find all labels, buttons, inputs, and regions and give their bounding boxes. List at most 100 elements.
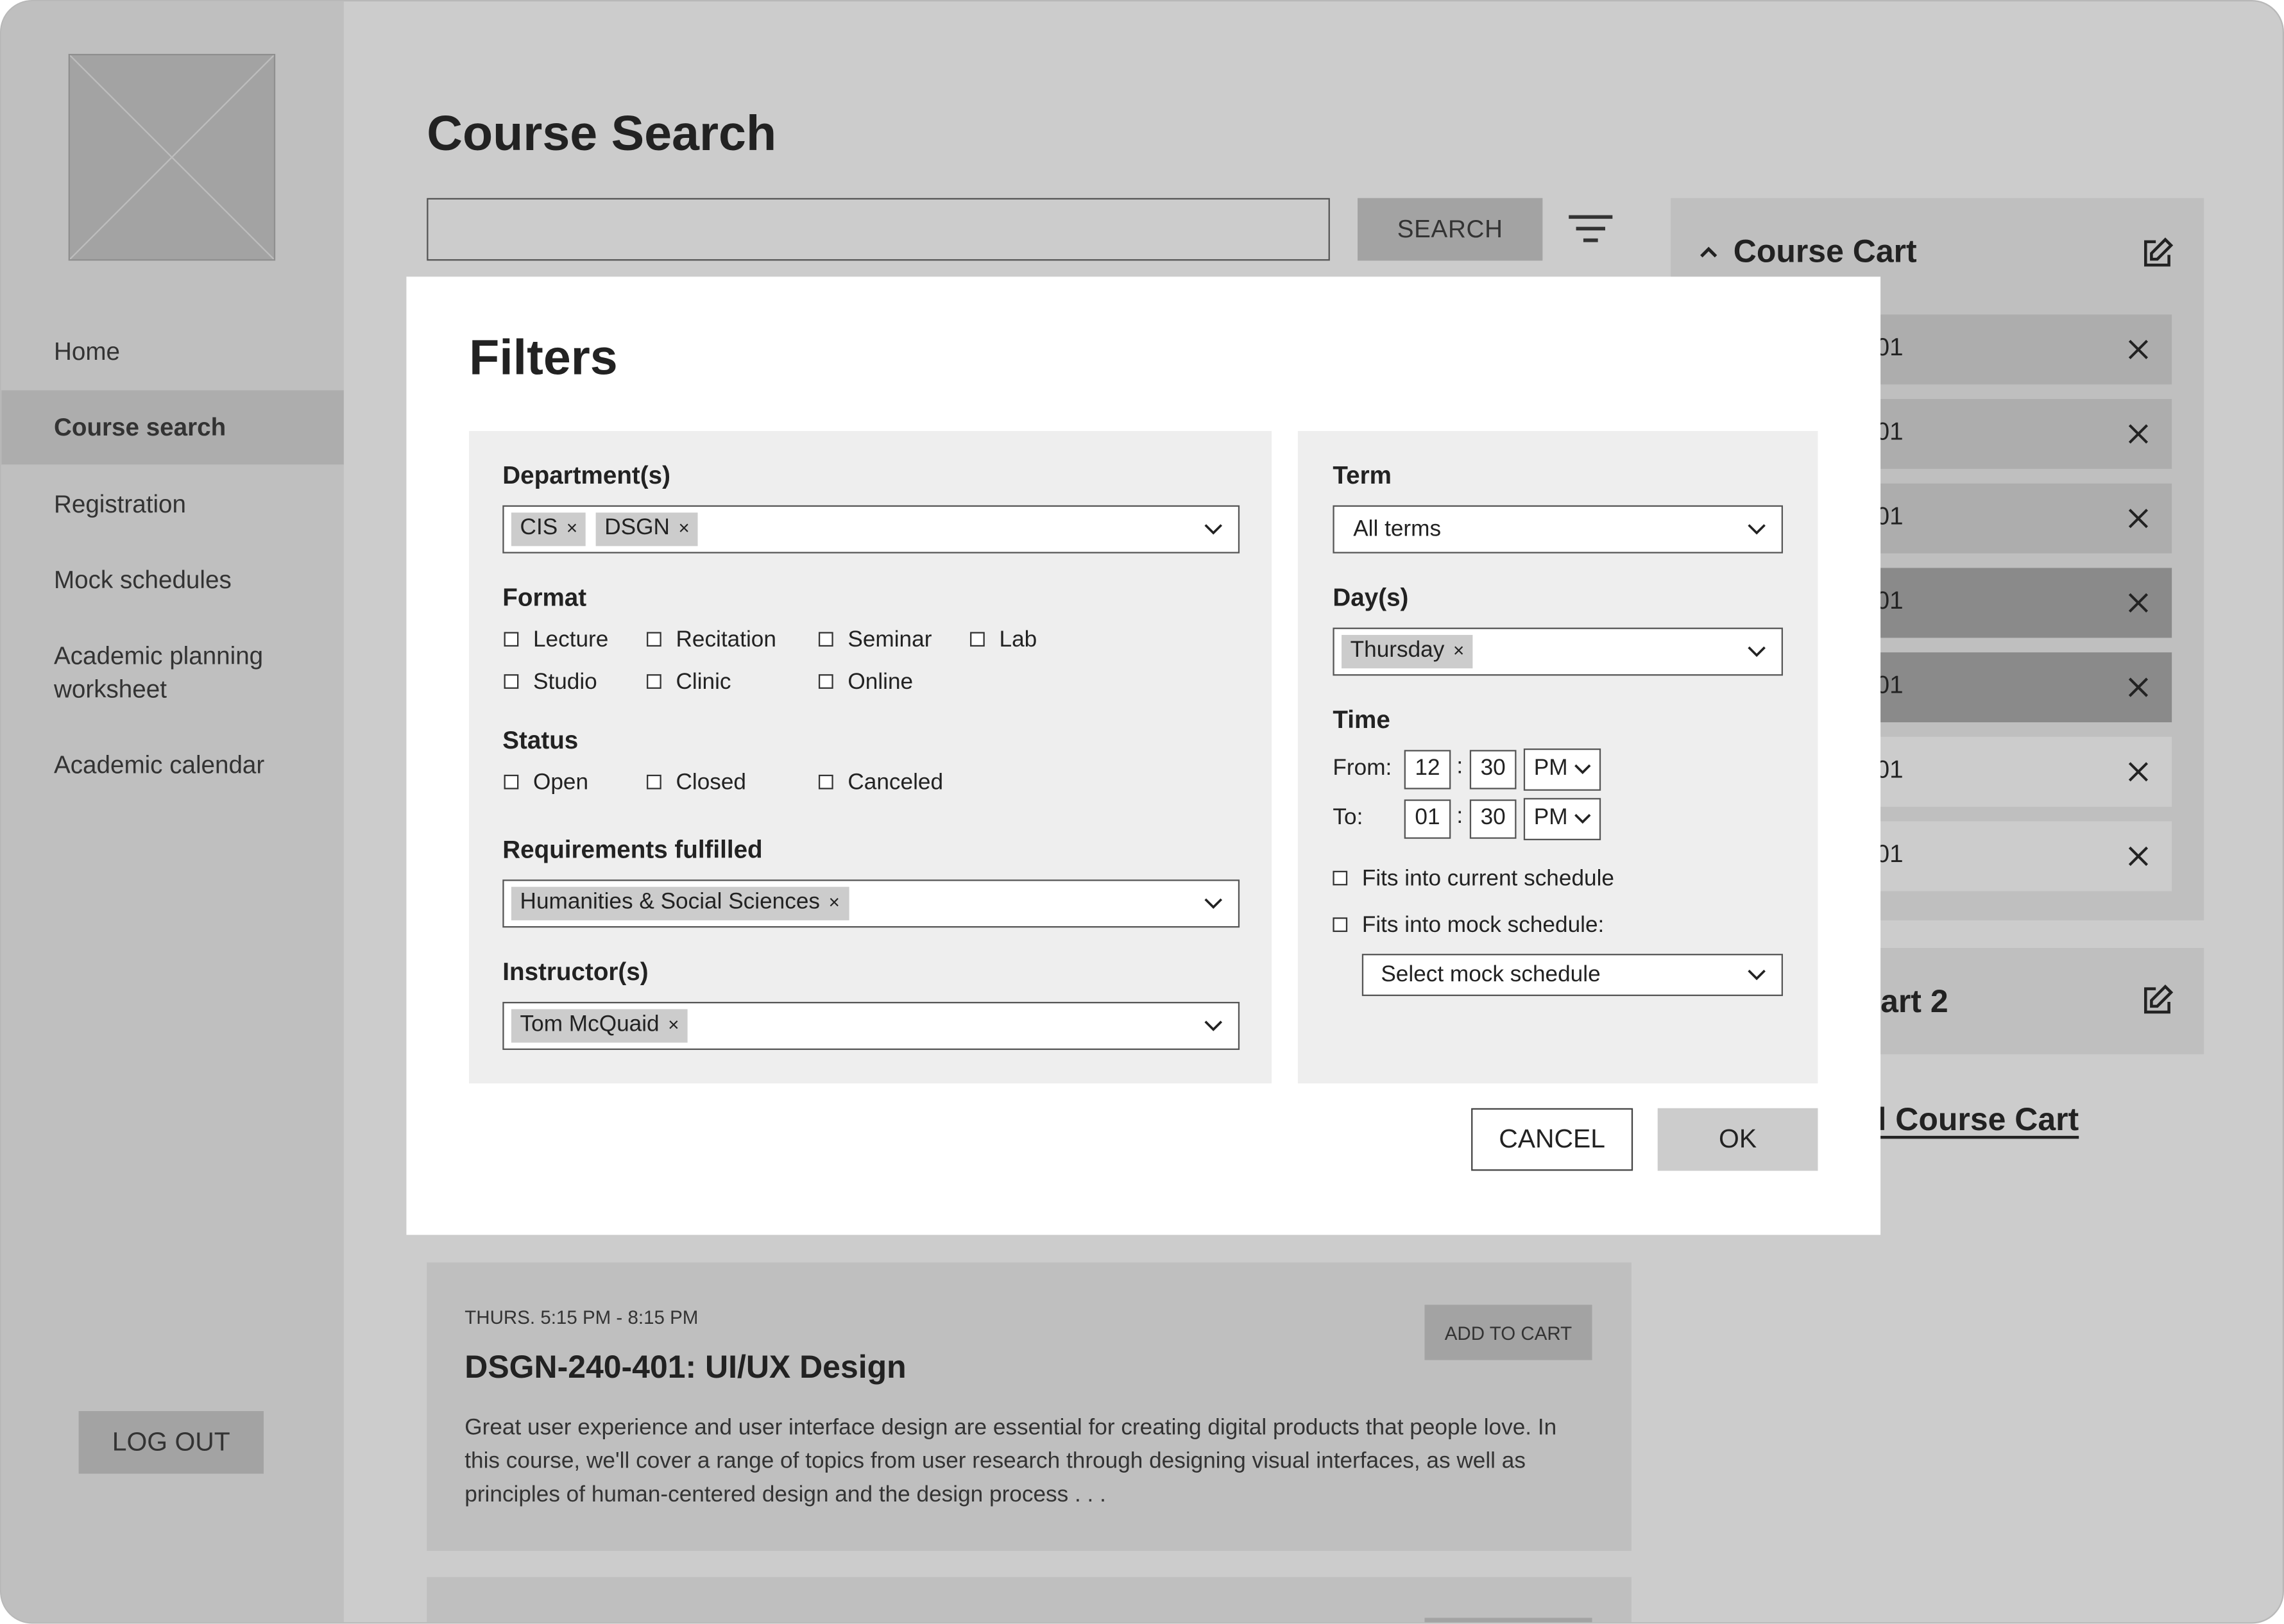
to-ampm-select[interactable]: PM (1523, 798, 1601, 841)
app-window: Home Course search Registration Mock sch… (0, 0, 2284, 1624)
modal-title: Filters (469, 330, 618, 386)
filter-icon[interactable] (1563, 208, 1618, 252)
sidebar-item-home[interactable]: Home (1, 335, 344, 368)
status-checkbox-closed[interactable]: Closed (647, 770, 746, 797)
checkbox-icon[interactable] (504, 632, 519, 647)
departments-select[interactable]: CIS × DSGN × (502, 505, 1240, 554)
add-to-cart-button[interactable]: ADD TO CART (1424, 1305, 1592, 1360)
checkbox-icon[interactable] (818, 674, 833, 689)
department-chip: DSGN × (595, 512, 699, 546)
checkbox-icon[interactable] (647, 674, 661, 689)
checkbox-icon[interactable] (970, 632, 985, 647)
page-title: Course Search (427, 106, 777, 162)
checkbox-icon[interactable] (818, 774, 833, 790)
format-checkbox-lecture[interactable]: Lecture (504, 628, 608, 654)
sidebar-item-registration[interactable]: Registration (1, 488, 344, 521)
edit-icon[interactable] (2140, 236, 2174, 271)
chevron-down-icon[interactable] (1746, 645, 1767, 658)
checkbox-icon[interactable] (1333, 917, 1348, 933)
day-chip: Thursday × (1342, 634, 1473, 669)
checkbox-icon[interactable] (647, 632, 661, 647)
chevron-down-icon[interactable] (1746, 968, 1767, 981)
chevron-down-icon[interactable] (1203, 897, 1223, 910)
logout-button[interactable]: LOG OUT (78, 1411, 264, 1474)
close-icon[interactable] (2126, 590, 2152, 616)
format-checkbox-online[interactable]: Online (818, 670, 913, 696)
close-icon[interactable] (2126, 674, 2152, 700)
add-course-cart-link[interactable]: l Course Cart (1878, 1101, 2079, 1138)
chevron-down-icon[interactable] (1203, 1019, 1223, 1032)
from-ampm-select[interactable]: PM (1523, 748, 1601, 791)
sidebar-item-academic-planning-worksheet[interactable]: Academic planning worksheet (1, 639, 293, 706)
time-to-label: To: (1333, 805, 1363, 831)
instructors-label: Instructor(s) (502, 958, 649, 986)
search-button[interactable]: SEARCH (1358, 198, 1543, 261)
checkbox-icon[interactable] (504, 774, 519, 790)
remove-chip-icon[interactable]: × (679, 517, 690, 539)
course-title[interactable]: DSGN-240-401: UI/UX Design (464, 1348, 906, 1386)
from-minute-input[interactable]: 30 (1469, 750, 1517, 790)
remove-chip-icon[interactable]: × (829, 891, 840, 913)
course-description: Great user experience and user interface… (464, 1415, 1557, 1507)
fits-current-schedule-checkbox[interactable]: Fits into current schedule (1333, 867, 1614, 893)
instructors-select[interactable]: Tom McQuaid × (502, 1002, 1240, 1050)
chevron-down-icon[interactable] (1746, 523, 1767, 536)
close-icon[interactable] (2126, 336, 2152, 362)
format-checkbox-clinic[interactable]: Clinic (647, 670, 731, 696)
days-select[interactable]: Thursday × (1333, 627, 1783, 676)
format-checkbox-seminar[interactable]: Seminar (818, 628, 932, 654)
to-minute-input[interactable]: 30 (1469, 799, 1517, 839)
mock-schedule-placeholder: Select mock schedule (1381, 962, 1601, 988)
add-to-cart-button[interactable] (1424, 1618, 1592, 1623)
checkbox-icon[interactable] (1333, 870, 1348, 886)
fits-mock-schedule-checkbox[interactable]: Fits into mock schedule: (1333, 913, 1604, 940)
format-checkbox-studio[interactable]: Studio (504, 670, 597, 696)
days-label: Day(s) (1333, 584, 1409, 612)
chevron-down-icon[interactable] (1573, 763, 1592, 775)
chevron-down-icon[interactable] (1573, 813, 1592, 824)
close-icon[interactable] (2126, 759, 2152, 785)
status-checkbox-canceled[interactable]: Canceled (818, 770, 943, 797)
sidebar-item-mock-schedules[interactable]: Mock schedules (1, 564, 344, 597)
checkbox-icon[interactable] (504, 674, 519, 689)
sidebar-item-academic-calendar[interactable]: Academic calendar (1, 749, 344, 782)
edit-icon[interactable] (2140, 983, 2174, 1018)
checkbox-icon[interactable] (818, 632, 833, 647)
requirements-select[interactable]: Humanities & Social Sciences × (502, 879, 1240, 928)
time-separator: : (1456, 804, 1463, 829)
to-hour-input[interactable]: 01 (1404, 799, 1451, 839)
cancel-button[interactable]: CANCEL (1471, 1108, 1633, 1171)
mock-schedule-select[interactable]: Select mock schedule (1361, 954, 1783, 996)
remove-chip-icon[interactable]: × (668, 1013, 679, 1035)
requirement-chip: Humanities & Social Sciences × (511, 886, 849, 920)
remove-chip-icon[interactable]: × (567, 517, 577, 539)
status-label: Status (502, 726, 579, 755)
chevron-down-icon[interactable] (1203, 523, 1223, 536)
term-select[interactable]: All terms (1333, 505, 1783, 554)
search-input[interactable] (427, 198, 1330, 261)
term-label: Term (1333, 461, 1392, 489)
from-hour-input[interactable]: 12 (1404, 750, 1451, 790)
course-result-card (427, 1577, 1632, 1623)
format-checkbox-recitation[interactable]: Recitation (647, 628, 776, 654)
close-icon[interactable] (2126, 843, 2152, 870)
logo-placeholder-image (68, 54, 276, 261)
format-label: Format (502, 584, 587, 612)
sidebar-item-course-search[interactable]: Course search (1, 390, 344, 465)
ok-button[interactable]: OK (1657, 1108, 1818, 1171)
chevron-up-icon[interactable] (1697, 243, 1720, 260)
checkbox-icon[interactable] (647, 774, 661, 790)
status-checkbox-open[interactable]: Open (504, 770, 588, 797)
departments-label: Department(s) (502, 461, 670, 489)
instructor-chip: Tom McQuaid × (511, 1009, 688, 1043)
time-from-label: From: (1333, 756, 1392, 781)
term-value: All terms (1353, 516, 1442, 542)
course-cart-2-title: art 2 (1880, 983, 1948, 1020)
close-icon[interactable] (2126, 505, 2152, 532)
format-checkbox-lab[interactable]: Lab (970, 628, 1037, 654)
close-icon[interactable] (2126, 421, 2152, 447)
course-time: THURS. 5:15 PM - 8:15 PM (464, 1306, 699, 1328)
remove-chip-icon[interactable]: × (1453, 639, 1464, 661)
course-cart-title: Course Cart (1733, 233, 1917, 270)
time-separator: : (1456, 754, 1463, 779)
